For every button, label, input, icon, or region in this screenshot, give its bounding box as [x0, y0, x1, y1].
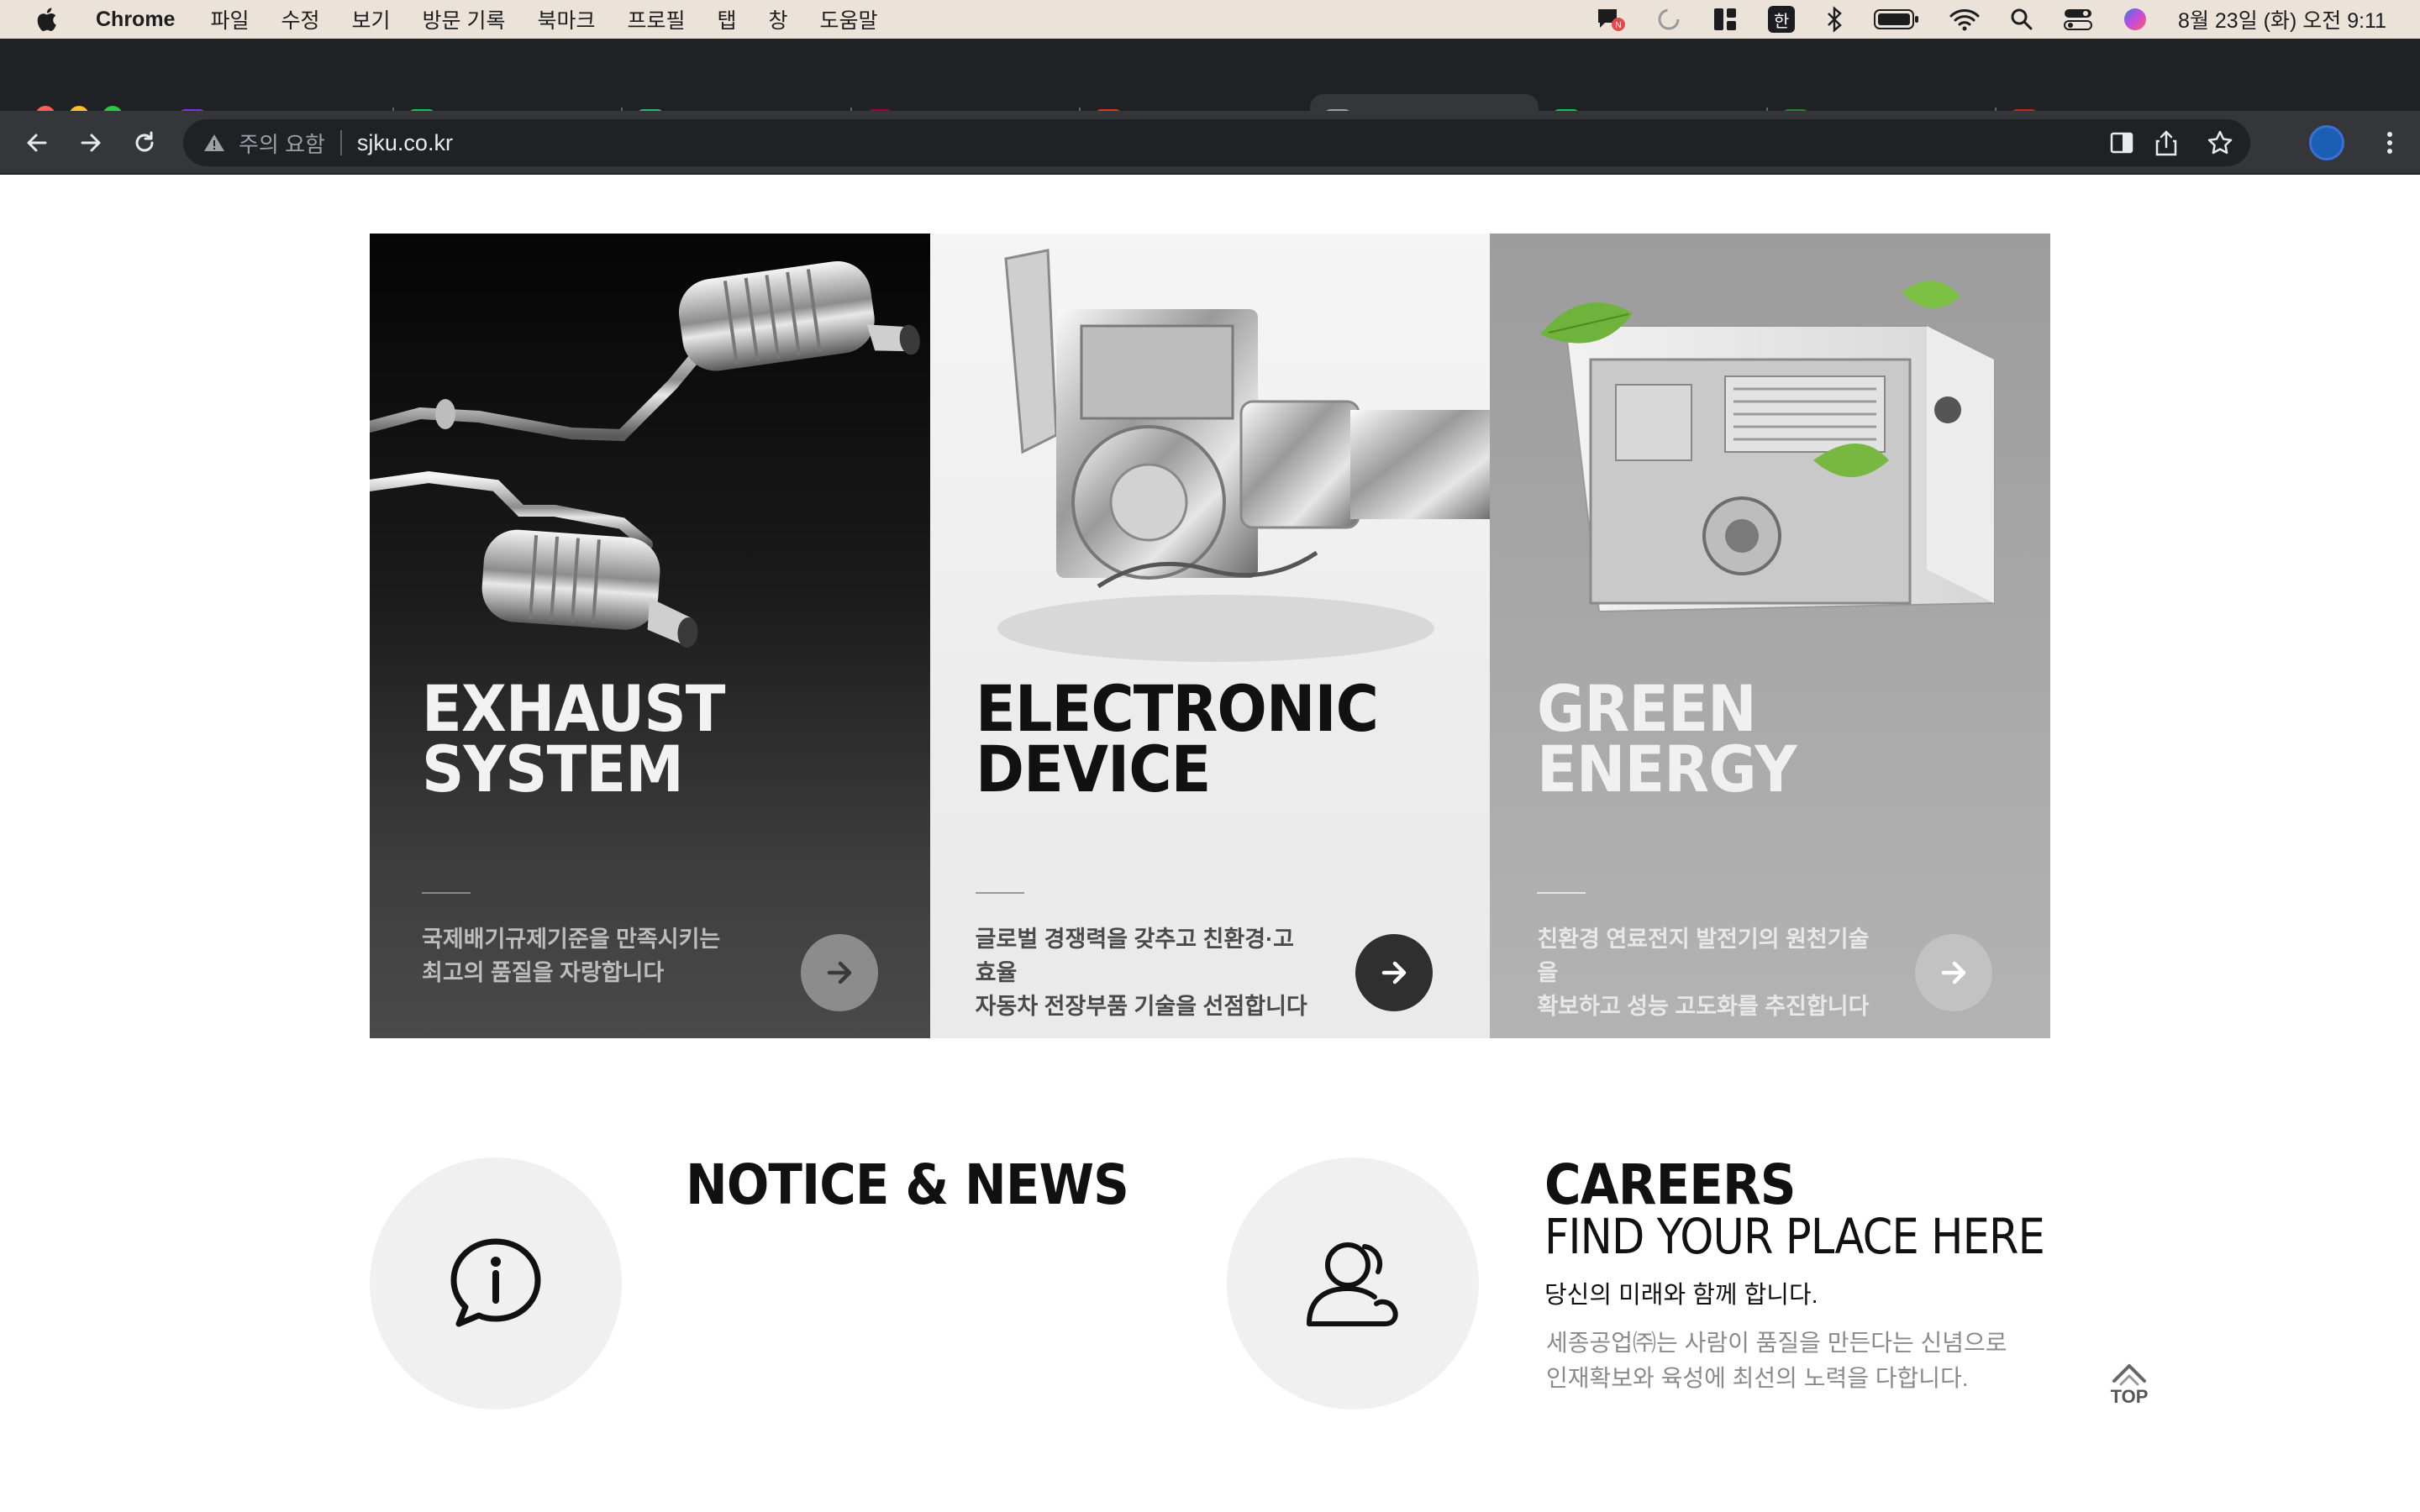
arrow-right-icon: [1381, 961, 1406, 984]
app-name[interactable]: Chrome: [96, 8, 175, 32]
info-chat-icon: [450, 1238, 541, 1327]
panel-desc-line2: 최고의 품질을 자랑합니다: [422, 960, 665, 985]
battery-icon[interactable]: [1874, 8, 1919, 30]
spotlight-icon[interactable]: [2010, 8, 2033, 31]
sync-icon[interactable]: [1655, 6, 1682, 33]
panel-divider: [1537, 892, 1586, 894]
address-bar[interactable]: 주의 요함 sjku.co.kr: [183, 119, 2250, 166]
panel-title-line2: ENERGY: [1537, 732, 1797, 806]
panel-desc-line1: 국제배기규제기준을 만족시키는: [422, 927, 721, 952]
menu-help[interactable]: 도움말: [820, 4, 878, 34]
panel-desc-line2: 확보하고 성능 고도화를 추진합니다: [1537, 994, 1870, 1019]
menu-window[interactable]: 창: [769, 4, 788, 34]
menu-bookmarks[interactable]: 북마크: [537, 4, 595, 34]
reload-icon: [135, 131, 154, 152]
panel-description: 친환경 연료전지 발전기의 원천기술을확보하고 성능 고도화를 추진합니다: [1537, 922, 1873, 1023]
careers-icon-circle[interactable]: [1227, 1158, 1479, 1410]
side-panel-icon[interactable]: [2109, 130, 2134, 155]
notice-icon-circle[interactable]: [370, 1158, 622, 1410]
careers-description: 세종공업㈜는 사람이 품질을 만든다는 신념으로인재확보와 육성에 최선의 노력…: [1546, 1326, 2084, 1396]
menu-history[interactable]: 방문 기록: [423, 4, 506, 34]
menubar-clock[interactable]: 8월 23일 (화) 오전 9:11: [2178, 4, 2386, 34]
arrow-right-icon: [1942, 961, 1966, 984]
grid-icon[interactable]: [1712, 7, 1738, 32]
notice-news-title[interactable]: NOTICE & NEWS: [686, 1152, 1129, 1217]
apple-icon[interactable]: [34, 5, 62, 34]
panel-more-button[interactable]: [1355, 934, 1433, 1011]
bluetooth-icon[interactable]: [1825, 6, 1844, 33]
careers-desc-line1: 세종공업㈜는 사람이 품질을 만든다는 신념으로: [1546, 1330, 2007, 1356]
back-arrow-icon: [27, 134, 47, 152]
panel-title: EXHAUST SYSTEM: [422, 677, 725, 801]
panel-description: 국제배기규제기준을 만족시키는최고의 품질을 자랑합니다: [422, 922, 758, 990]
reload-button[interactable]: [128, 126, 161, 160]
panel-divider: [975, 892, 1024, 894]
panel-more-button[interactable]: [1915, 934, 1993, 1011]
forward-button[interactable]: [74, 126, 108, 160]
fuel-cell-generator-image: [1540, 281, 1996, 613]
omnibox-actions: [2154, 119, 2233, 166]
panel-desc-line2: 자동차 전장부품 기술을 선점합니다: [975, 994, 1307, 1019]
share-icon[interactable]: [2154, 129, 2178, 156]
panel-more-button[interactable]: [801, 934, 878, 1011]
panel-title-line2: SYSTEM: [422, 732, 684, 806]
bookmark-star-icon[interactable]: [2207, 129, 2233, 156]
profile-avatar[interactable]: [2309, 125, 2344, 160]
arrow-right-icon: [827, 961, 852, 984]
siri-icon[interactable]: [2123, 7, 2148, 32]
panel-electronic-device[interactable]: ELECTRONIC DEVICE 글로벌 경쟁력을 갖추고 친환경·고효율자동차…: [929, 234, 1491, 1038]
panel-green-energy[interactable]: GREEN ENERGY 친환경 연료전지 발전기의 원천기술을확보하고 성능 고…: [1490, 234, 2050, 1038]
exhaust-muffler-image: [370, 260, 920, 648]
warning-icon[interactable]: [203, 133, 225, 153]
status-area: N 한 8월 23일 (화) 오전 9:11: [1595, 0, 2386, 39]
control-center-icon[interactable]: [2064, 8, 2093, 31]
chrome-menu-icon[interactable]: [2385, 129, 2395, 156]
browser-toolbar: 주의 요함 sjku.co.kr: [0, 111, 2420, 175]
menu-profiles[interactable]: 프로필: [627, 4, 685, 34]
url-text[interactable]: sjku.co.kr: [357, 130, 453, 156]
chevron-up-icon: [2112, 1364, 2146, 1386]
security-label[interactable]: 주의 요함: [239, 128, 325, 159]
menu-tab[interactable]: 탭: [718, 4, 737, 34]
panel-exhaust-system[interactable]: EXHAUST SYSTEM 국제배기규제기준을 만족시키는최고의 품질을 자랑합…: [370, 234, 930, 1038]
input-method-icon[interactable]: 한: [1768, 6, 1796, 33]
top-label: TOP: [2110, 1386, 2149, 1407]
forward-arrow-icon: [81, 134, 101, 152]
panel-title: ELECTRONIC DEVICE: [976, 677, 1379, 801]
panel-title: GREEN ENERGY: [1537, 677, 1797, 801]
panel-title-line2: DEVICE: [975, 732, 1211, 806]
wifi-icon[interactable]: [1949, 8, 1980, 31]
scroll-top-button[interactable]: TOP: [2101, 1361, 2158, 1428]
back-button[interactable]: [20, 126, 54, 160]
careers-desc-line2: 인재확보와 육성에 최선의 노력을 다합니다.: [1546, 1365, 1969, 1391]
panel-desc-line1: 친환경 연료전지 발전기의 원천기술을: [1537, 927, 1870, 985]
careers-lead: 당신의 미래와 함께 합니다.: [1544, 1282, 1818, 1309]
menu-edit[interactable]: 수정: [281, 4, 319, 34]
person-icon: [1307, 1242, 1398, 1326]
notification-icon[interactable]: N: [1595, 6, 1626, 33]
panel-desc-line1: 글로벌 경쟁력을 갖추고 친환경·고효율: [975, 927, 1294, 985]
svg-text:N: N: [1615, 21, 1621, 30]
panel-description: 글로벌 경쟁력을 갖추고 친환경·고효율자동차 전장부품 기술을 선점합니다: [976, 922, 1312, 1023]
macos-menu-bar: Chrome 파일 수정 보기 방문 기록 북마크 프로필 탭 창 도움말 N …: [0, 0, 2420, 39]
panel-divider: [422, 892, 471, 894]
omnibox-divider: [339, 130, 342, 155]
menu-view[interactable]: 보기: [352, 4, 391, 34]
menu-file[interactable]: 파일: [210, 4, 249, 34]
electronic-actuator-image: [997, 249, 1490, 662]
business-panels: EXHAUST SYSTEM 국제배기규제기준을 만족시키는최고의 품질을 자랑합…: [370, 234, 2050, 1038]
careers-subtitle: FIND YOUR PLACE HERE: [1544, 1208, 2045, 1265]
web-page: EXHAUST SYSTEM 국제배기규제기준을 만족시키는최고의 품질을 자랑합…: [0, 175, 2420, 1512]
